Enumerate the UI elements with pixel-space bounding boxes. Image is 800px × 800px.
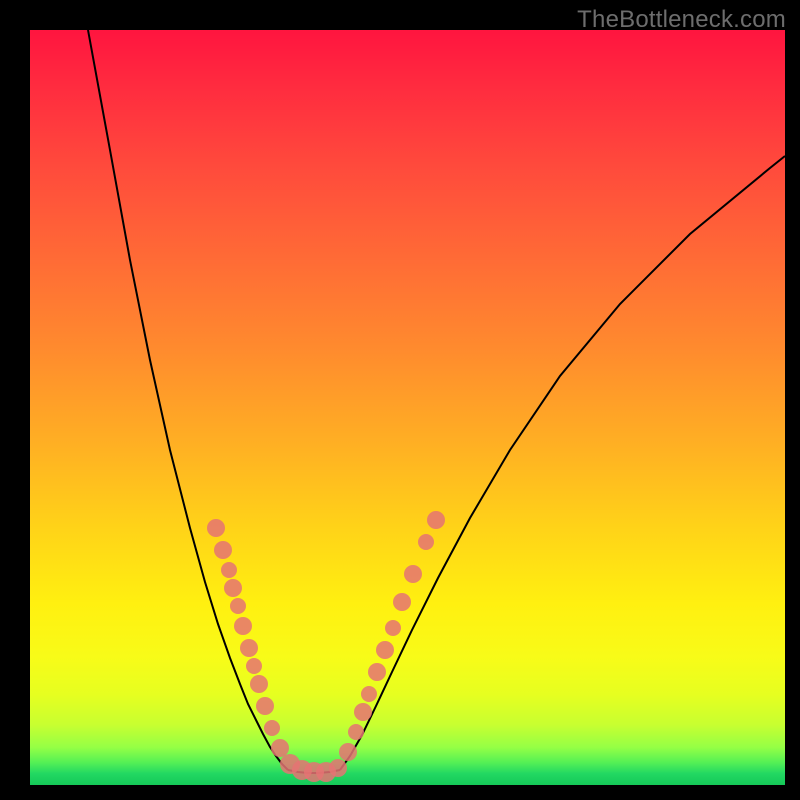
chart-svg	[30, 30, 785, 785]
marker-dot	[214, 541, 232, 559]
marker-dot	[240, 639, 258, 657]
marker-dot	[385, 620, 401, 636]
marker-dot	[348, 724, 364, 740]
marker-dot	[339, 743, 357, 761]
marker-dot	[234, 617, 252, 635]
marker-dot	[246, 658, 262, 674]
marker-dot	[221, 562, 237, 578]
right-curve	[340, 156, 785, 770]
marker-dot	[393, 593, 411, 611]
marker-dot	[427, 511, 445, 529]
marker-dot	[250, 675, 268, 693]
outer-frame: TheBottleneck.com	[0, 0, 800, 800]
marker-dot	[404, 565, 422, 583]
marker-dot	[224, 579, 242, 597]
marker-dot	[230, 598, 246, 614]
left-curve	[88, 30, 288, 770]
marker-dot	[256, 697, 274, 715]
marker-dot	[264, 720, 280, 736]
plot-area	[30, 30, 785, 785]
marker-dot	[361, 686, 377, 702]
marker-dot	[376, 641, 394, 659]
marker-dot	[271, 739, 289, 757]
marker-dot	[354, 703, 372, 721]
marker-dots	[207, 511, 445, 782]
marker-dot	[368, 663, 386, 681]
marker-dot	[207, 519, 225, 537]
marker-dot	[418, 534, 434, 550]
marker-dot	[329, 759, 347, 777]
